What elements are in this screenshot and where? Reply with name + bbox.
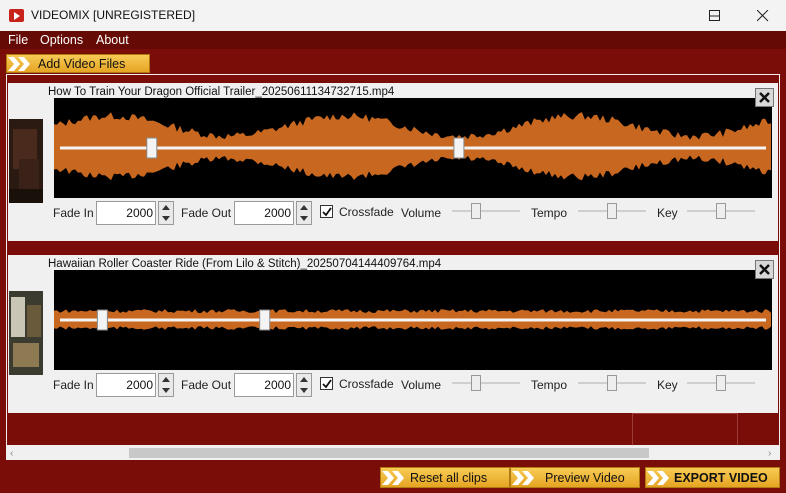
menu-bar: File Options About bbox=[0, 31, 786, 49]
fade-out-label: Fade Out bbox=[181, 206, 232, 220]
double-chevron-icon bbox=[647, 471, 669, 485]
horizontal-scrollbar[interactable]: ‹ › bbox=[6, 446, 780, 460]
volume-label: Volume bbox=[401, 378, 442, 392]
preview-video-label: Preview Video bbox=[545, 471, 625, 485]
maximize-button[interactable] bbox=[692, 0, 738, 31]
remove-clip-button[interactable] bbox=[755, 88, 774, 107]
menu-options[interactable]: Options bbox=[40, 33, 83, 47]
fade-out-spinner[interactable] bbox=[296, 201, 312, 225]
clip-filename: How To Train Your Dragon Official Traile… bbox=[48, 86, 395, 98]
export-video-label: EXPORT VIDEO bbox=[674, 471, 768, 485]
fade-in-input[interactable]: 2000 bbox=[96, 373, 156, 397]
audio-waveform bbox=[54, 112, 771, 181]
clip-filename: Hawaiian Roller Coaster Ride (From Lilo … bbox=[48, 258, 442, 270]
fade-in-spinner[interactable] bbox=[158, 373, 174, 397]
trim-track bbox=[60, 146, 766, 150]
fade-in-spinner[interactable] bbox=[158, 201, 174, 225]
crossfade-checkbox[interactable] bbox=[320, 205, 333, 218]
export-video-button[interactable]: EXPORT VIDEO bbox=[645, 467, 780, 488]
reset-all-clips-label: Reset all clips bbox=[410, 471, 488, 485]
close-icon bbox=[759, 92, 770, 103]
volume-label: Volume bbox=[401, 206, 442, 220]
key-label: Key bbox=[657, 378, 678, 392]
reset-all-clips-button[interactable]: Reset all clips bbox=[380, 467, 510, 488]
trim-end-handle[interactable] bbox=[259, 309, 271, 331]
double-chevron-icon bbox=[512, 471, 534, 485]
title-bar: VIDEOMIX [UNREGISTERED] bbox=[0, 0, 786, 31]
remove-clip-button[interactable] bbox=[755, 260, 774, 279]
close-window-button[interactable] bbox=[740, 0, 786, 31]
fade-out-label: Fade Out bbox=[181, 378, 232, 392]
trim-track bbox=[60, 318, 766, 322]
volume-slider[interactable] bbox=[452, 375, 520, 391]
fade-in-input[interactable]: 2000 bbox=[96, 201, 156, 225]
add-video-files-label: Add Video Files bbox=[38, 57, 126, 71]
video-thumbnail bbox=[9, 291, 43, 375]
waveform-timeline[interactable] bbox=[54, 98, 772, 198]
scroll-right-icon[interactable]: › bbox=[768, 448, 771, 459]
waveform-timeline[interactable] bbox=[54, 270, 772, 370]
checkmark-icon bbox=[322, 207, 332, 217]
scrollbar-thumb[interactable] bbox=[129, 448, 649, 458]
double-chevron-icon bbox=[382, 471, 404, 485]
window-title: VIDEOMIX [UNREGISTERED] bbox=[31, 8, 196, 22]
add-video-files-button[interactable]: Add Video Files bbox=[6, 54, 150, 73]
preview-video-button[interactable]: Preview Video bbox=[510, 467, 640, 488]
fade-out-input[interactable]: 2000 bbox=[234, 201, 294, 225]
checkmark-icon bbox=[322, 379, 332, 389]
trim-start-handle[interactable] bbox=[146, 137, 158, 159]
fade-out-input[interactable]: 2000 bbox=[234, 373, 294, 397]
tempo-label: Tempo bbox=[531, 206, 568, 220]
app-logo-icon bbox=[9, 9, 24, 22]
key-slider[interactable] bbox=[687, 375, 755, 391]
clip-panel: How To Train Your Dragon Official Traile… bbox=[8, 83, 778, 241]
tempo-label: Tempo bbox=[531, 378, 568, 392]
scroll-left-icon[interactable]: ‹ bbox=[10, 448, 13, 459]
trim-start-handle[interactable] bbox=[96, 309, 108, 331]
crossfade-label: Crossfade bbox=[339, 377, 394, 391]
fade-in-label: Fade In bbox=[53, 206, 94, 220]
fade-in-label: Fade In bbox=[53, 378, 94, 392]
menu-file[interactable]: File bbox=[8, 33, 28, 47]
fade-out-spinner[interactable] bbox=[296, 373, 312, 397]
double-chevron-icon bbox=[8, 57, 30, 71]
close-icon bbox=[759, 264, 770, 275]
clip-list[interactable]: How To Train Your Dragon Official Traile… bbox=[6, 74, 780, 446]
key-slider[interactable] bbox=[687, 203, 755, 219]
tempo-slider[interactable] bbox=[578, 203, 646, 219]
volume-slider[interactable] bbox=[452, 203, 520, 219]
crossfade-checkbox[interactable] bbox=[320, 377, 333, 390]
crossfade-label: Crossfade bbox=[339, 205, 394, 219]
tempo-slider[interactable] bbox=[578, 375, 646, 391]
key-label: Key bbox=[657, 206, 678, 220]
clip-panel: Hawaiian Roller Coaster Ride (From Lilo … bbox=[8, 255, 778, 413]
video-thumbnail bbox=[9, 119, 43, 203]
trim-end-handle[interactable] bbox=[453, 137, 465, 159]
menu-about[interactable]: About bbox=[96, 33, 129, 47]
